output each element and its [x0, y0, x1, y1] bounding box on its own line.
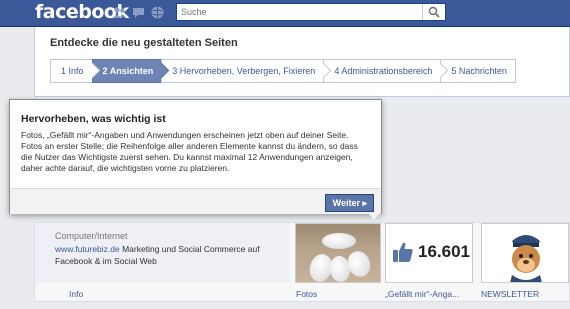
step-label: 4 Administrationsbereich	[334, 66, 433, 76]
messages-icon[interactable]	[131, 5, 146, 20]
step-label: 3 Hervorheben, Verbergen, Fixieren	[172, 66, 316, 76]
search-icon	[428, 6, 440, 18]
thumbs-up-icon	[393, 242, 413, 262]
wizard-step-info[interactable]: 1 Info	[50, 59, 100, 83]
arrow-right-icon: ▸	[362, 198, 367, 208]
popover-body: Fotos, „Gefällt mir“-Angaben und Anwendu…	[21, 130, 358, 173]
page-tour-wizard: Entdecke die neu gestalteten Seiten 1 In…	[34, 27, 570, 97]
likes-thumbnail[interactable]: 16.601	[385, 223, 473, 283]
mailchimp-logo	[510, 235, 542, 282]
wizard-step-ansichten[interactable]: 2 Ansichten	[91, 59, 170, 83]
popover-pointer	[368, 213, 380, 220]
tab-newsletter[interactable]: NEWSLETTER	[481, 289, 539, 299]
page-category: Computer/Internet	[55, 231, 128, 241]
friend-requests-icon[interactable]	[112, 5, 127, 20]
wizard-step-hervorheben[interactable]: 3 Hervorheben, Verbergen, Fixieren	[161, 59, 332, 83]
wizard-step-administrationsbereich[interactable]: 4 Administrationsbereich	[323, 59, 449, 83]
tab-info[interactable]: Info	[69, 289, 83, 299]
tab-photos[interactable]: Fotos	[296, 289, 317, 299]
search-box[interactable]	[176, 3, 446, 21]
newsletter-thumbnail[interactable]	[481, 223, 569, 283]
pill-image	[322, 233, 356, 249]
page-apps-strip: Computer/Internet www.futurebiz.de Marke…	[34, 222, 570, 302]
wizard-title: Entdecke die neu gestalteten Seiten	[50, 37, 238, 49]
wizard-step-nachrichten[interactable]: 5 Nachrichten	[440, 59, 516, 83]
popover-footer: Weiter ▸	[10, 188, 381, 214]
search-button[interactable]	[422, 4, 445, 20]
step-label: 1 Info	[61, 66, 84, 76]
photos-thumbnail[interactable]	[295, 223, 381, 283]
tab-likes[interactable]: „Gefällt mir“-Anga...	[385, 289, 459, 299]
tour-popover: Hervorheben, was wichtig ist Fotos, „Gef…	[9, 99, 382, 220]
page-description: www.futurebiz.de Marketing und Social Co…	[55, 243, 285, 267]
notifications-icon[interactable]	[150, 5, 165, 20]
next-button[interactable]: Weiter ▸	[324, 194, 374, 212]
step-label: 5 Nachrichten	[451, 66, 507, 76]
topbar-right-area	[456, 0, 570, 26]
divider	[35, 301, 570, 302]
next-button-label: Weiter	[332, 198, 360, 208]
website-link[interactable]: www.futurebiz.de	[55, 244, 120, 254]
popover-title: Hervorheben, was wichtig ist	[21, 113, 166, 125]
wizard-steps: 1 Info 2 Ansichten 3 Hervorheben, Verber…	[50, 59, 516, 83]
step-label: 2 Ansichten	[102, 66, 154, 76]
likes-count: 16.601	[418, 242, 470, 261]
info-box[interactable]: Computer/Internet www.futurebiz.de Marke…	[35, 223, 290, 283]
search-input[interactable]	[179, 5, 423, 19]
top-bar: facebook	[0, 0, 570, 27]
